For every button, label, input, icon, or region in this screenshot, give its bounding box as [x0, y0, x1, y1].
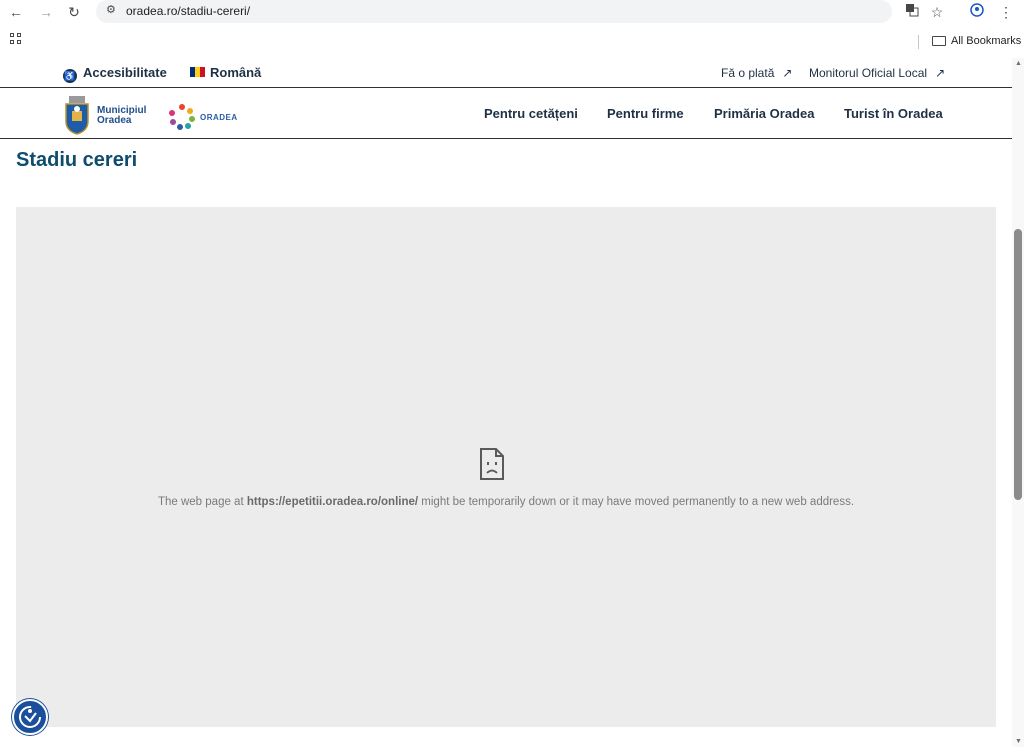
reload-icon[interactable]: ↻: [64, 2, 84, 22]
address-url[interactable]: oradea.ro/stadiu-cereri/: [126, 4, 250, 18]
logo-line-2: Oradea: [97, 115, 132, 126]
bookmarks-separator: [918, 35, 919, 49]
romania-flag-icon: [190, 67, 205, 77]
error-url: https://epetitii.oradea.ro/online/: [246, 496, 419, 508]
utility-bar: ♿ Accesibilitate Română Fă o plată ↗ Monit…: [0, 58, 1012, 88]
oradea-brand-text: ORADEA: [200, 113, 238, 122]
nav-companies[interactable]: Pentru firme: [607, 106, 684, 121]
main-nav: Municipiul Oradea ORADEA Pentru cetățeni…: [0, 89, 1012, 139]
scrollbar[interactable]: ▲ ▼: [1012, 58, 1024, 747]
nav-citizens[interactable]: Pentru cetățeni: [484, 106, 578, 121]
browser-toolbar: ← → ↻ ⚙ oradea.ro/stadiu-cereri/ ☆ ⋮ All…: [0, 0, 1024, 58]
pay-label: Fă o plată: [721, 66, 775, 80]
scroll-up-icon[interactable]: ▲: [1015, 60, 1022, 67]
nav-city-hall[interactable]: Primăria Oradea: [714, 106, 814, 121]
municipality-crest-icon[interactable]: [64, 95, 90, 135]
back-icon[interactable]: ←: [6, 2, 26, 22]
language-selector[interactable]: Română: [190, 65, 261, 80]
error-message: The web page at https://epetitii.oradea.…: [16, 496, 996, 508]
pay-link[interactable]: Fă o plată ↗: [721, 66, 792, 80]
municipality-logo-text[interactable]: Municipiul Oradea: [97, 106, 146, 126]
address-bar[interactable]: ⚙ oradea.ro/stadiu-cereri/: [96, 0, 892, 23]
scroll-down-icon[interactable]: ▼: [1015, 738, 1022, 745]
forward-icon[interactable]: →: [36, 2, 56, 22]
accessibility-link[interactable]: ♿ Accesibilitate: [63, 65, 167, 83]
menu-icon[interactable]: ⋮: [996, 2, 1016, 22]
accessibility-icon: ♿: [63, 69, 77, 83]
nav-tourist[interactable]: Turist în Oradea: [844, 106, 943, 121]
error-prefix: The web page at: [157, 496, 247, 508]
site-settings-icon[interactable]: ⚙: [106, 3, 116, 16]
monitor-link[interactable]: Monitorul Oficial Local ↗: [809, 66, 945, 80]
all-bookmarks-link[interactable]: All Bookmarks: [951, 35, 1021, 47]
accessibility-widget-button[interactable]: [12, 699, 48, 735]
monitor-label: Monitorul Oficial Local: [809, 66, 928, 80]
translate-icon[interactable]: [902, 2, 922, 22]
page-title: Stadiu cereri: [16, 149, 138, 171]
profile-icon[interactable]: [967, 2, 987, 22]
error-suffix: might be temporarily down or it may have…: [418, 496, 855, 508]
embedded-frame: The web page at https://epetitii.oradea.…: [16, 207, 996, 727]
bookmarks-bar: All Bookmarks: [0, 30, 1024, 52]
scroll-thumb[interactable]: [1014, 229, 1022, 500]
star-icon[interactable]: ☆: [927, 2, 947, 22]
language-label: Română: [210, 65, 262, 80]
folder-icon[interactable]: [932, 36, 946, 46]
external-link-icon: ↗: [935, 66, 946, 80]
accessibility-label: Accesibilitate: [83, 65, 167, 80]
oradea-brand-logo-icon[interactable]: [168, 103, 196, 131]
page-viewport: ♿ Accesibilitate Română Fă o plată ↗ Monit…: [0, 58, 1012, 747]
sad-document-icon: [480, 448, 504, 480]
accessibility-widget-icon: [19, 706, 41, 728]
apps-icon[interactable]: [10, 33, 22, 45]
external-link-icon: ↗: [782, 66, 793, 80]
